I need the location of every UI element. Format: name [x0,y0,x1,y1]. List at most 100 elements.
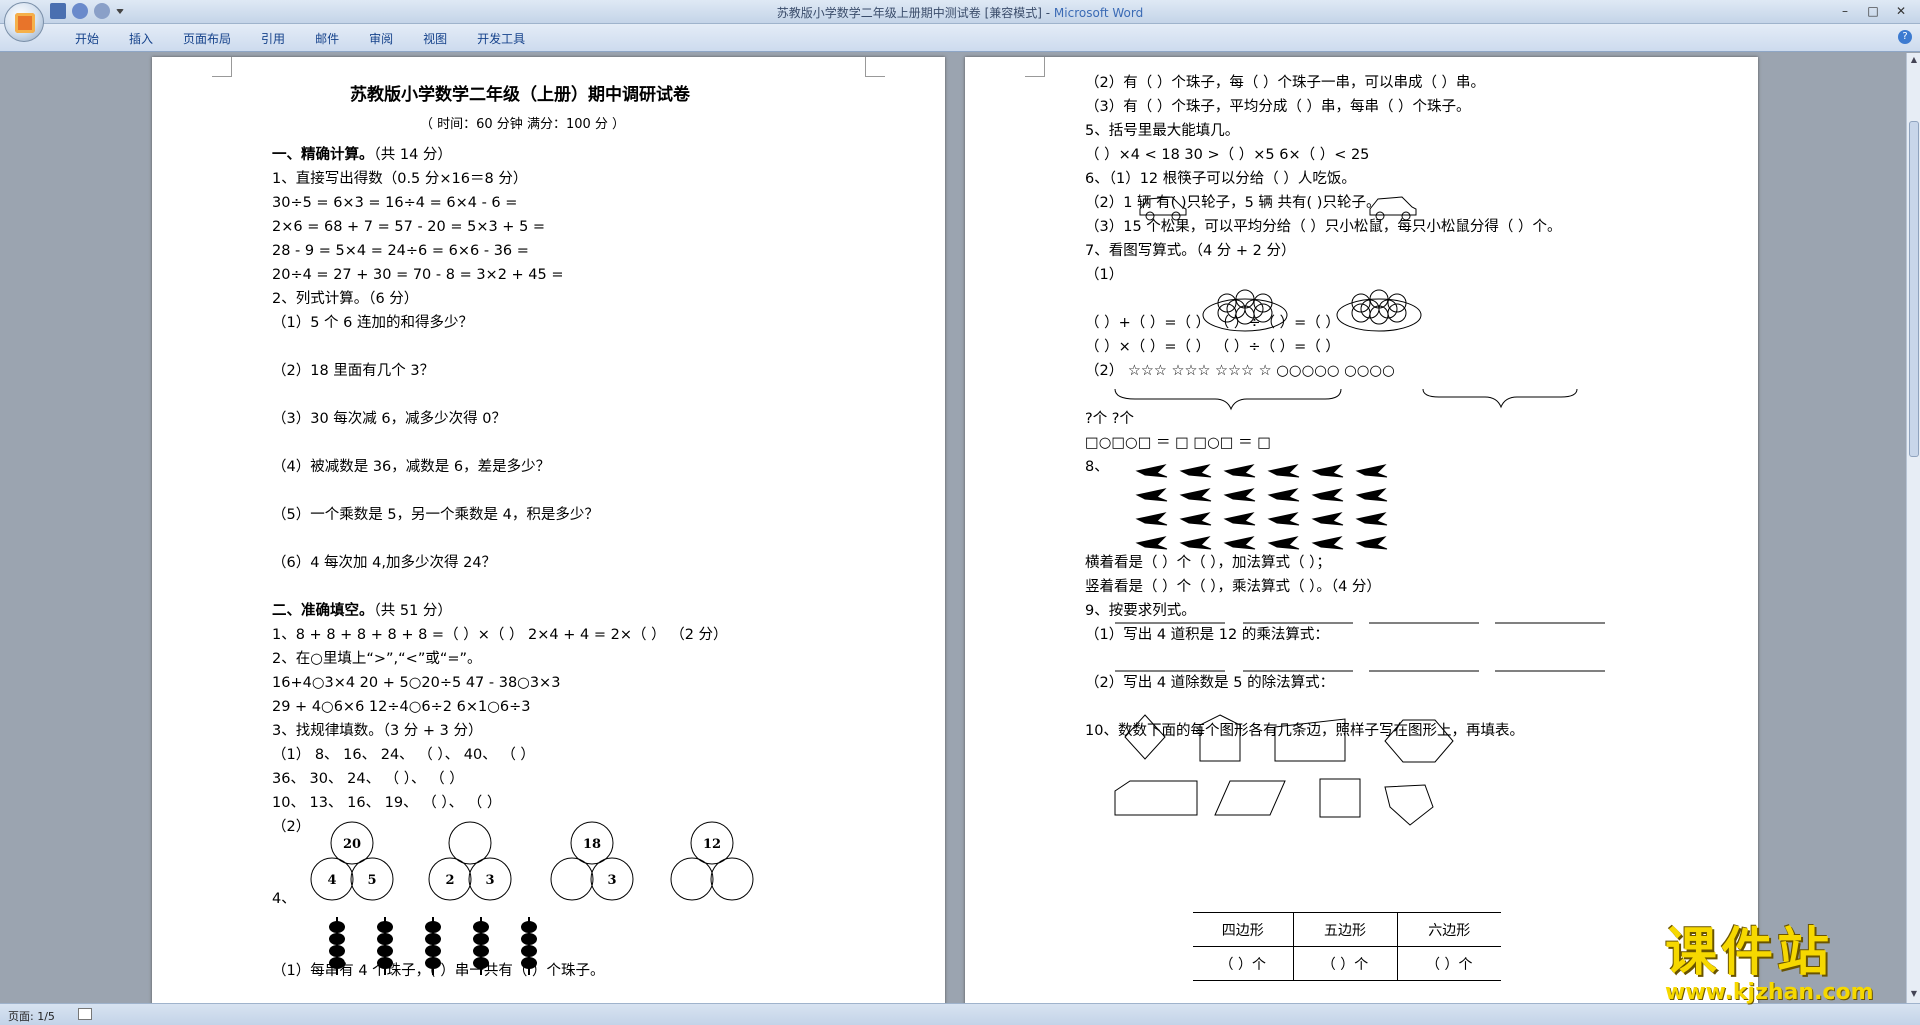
wheel-icon [1375,211,1385,221]
ribbon-tabs: 开始 插入 页面布局 引用 邮件 审阅 视图 开发工具 [60,30,540,47]
ribbon-tab[interactable]: 开始 [60,30,114,47]
watermark-logo: 课件站 www.kjzhan.com [1665,925,1905,1007]
bird-icon [1355,512,1388,526]
bird-icon [1135,464,1168,478]
ribbon-tab[interactable]: 视图 [408,30,462,47]
hexagon-shape [1384,719,1454,763]
bird-icon [1311,464,1344,478]
bead [329,921,345,933]
bead-strings-illustration [329,917,537,975]
ribbon: 开始 插入 页面布局 引用 邮件 审阅 视图 开发工具 ? [0,24,1920,52]
bead [377,945,393,957]
bead [377,921,393,933]
page-counter[interactable]: 页面: 1/5 [8,1008,55,1024]
bird-icon [1267,512,1300,526]
bird-icon [1223,488,1256,502]
minimize-button[interactable]: – [1832,2,1858,20]
bead [425,921,441,933]
ribbon-tab[interactable]: 引用 [246,30,300,47]
bird-icon [1311,512,1344,526]
bird-icon [1135,488,1168,502]
help-icon[interactable]: ? [1898,30,1912,44]
document-title: 苏教版小学数学二年级上册期中测试卷 [兼容模式] - [776,6,1054,20]
wheel-icon [1145,211,1155,221]
bead [473,957,489,969]
wheel-icon [1401,211,1411,221]
header-hexagon: 六边形 [1397,912,1501,947]
document-area[interactable]: 苏教版小学数学二年级（上册）期中调研试卷 （ 时间：60 分钟 满分：100 分… [0,53,1906,1003]
bead [425,945,441,957]
ribbon-tab[interactable]: 插入 [114,30,168,47]
bird-icon [1311,536,1344,550]
bird-icon [1355,464,1388,478]
bird-icon [1267,536,1300,550]
page-1[interactable]: 苏教版小学数学二年级（上册）期中调研试卷 （ 时间：60 分钟 满分：100 分… [152,57,945,1003]
table-cell[interactable]: （ ）个 [1193,946,1294,981]
bird-icon [1135,512,1168,526]
plate-icon [1336,298,1422,332]
car-icon [1369,196,1417,216]
square-shape [1319,778,1361,818]
parallelogram-shape [1214,780,1286,816]
table-header-row: 四边形 五边形 六边形 [1193,912,1501,947]
car-icon [1139,196,1187,216]
bird-icon [1135,536,1168,550]
scroll-up-icon[interactable]: ▲ [1909,55,1919,67]
shape-count-table: 四边形 五边形 六边形 （ ）个 （ ）个 （ ）个 [1193,912,1501,981]
maximize-button[interactable]: □ [1860,2,1886,20]
bead [329,945,345,957]
bead [425,933,441,945]
bird-icon [1267,464,1300,478]
pentagon-shape [1199,714,1241,762]
plate-icon [1202,298,1288,332]
watermark-main-text: 课件站 [1665,923,1834,983]
scroll-down-icon[interactable]: ▼ [1909,989,1919,1001]
bead [377,957,393,969]
ribbon-tab[interactable]: 页面布局 [168,30,246,47]
bead [473,921,489,933]
vertical-scrollbar[interactable]: ▲ ▼ [1906,53,1920,1003]
bead [473,945,489,957]
wheel-icon [1171,211,1181,221]
proofing-icon[interactable] [78,1008,92,1020]
bead [521,945,537,957]
trapezoid-shape [1274,718,1346,762]
header-quadrilateral: 四边形 [1193,912,1294,947]
bead [521,957,537,969]
watermark-url: www.kjzhan.com [1665,980,1874,1005]
table-row: （ ）个 （ ）个 （ ）个 [1193,946,1501,981]
bird-icon [1223,464,1256,478]
bead [329,957,345,969]
pentagon-shape-2 [1114,780,1198,816]
pentagon-shape-3 [1384,784,1434,826]
office-button[interactable] [4,2,44,42]
table-cell[interactable]: （ ）个 [1293,946,1398,981]
table-cell[interactable]: （ ）个 [1397,946,1501,981]
bead [521,921,537,933]
bird-icon [1267,488,1300,502]
app-name: Microsoft Word [1053,6,1144,20]
bird-icon [1311,488,1344,502]
close-button[interactable]: ✕ [1888,2,1914,20]
bead [329,933,345,945]
brace-icon [1114,388,1342,411]
bird-icon [1179,512,1212,526]
page-2[interactable]: （2）有（ ）个珠子，每（ ）个珠子一串，可以串成（ ）串。 （3）有（ ）个珠子… [965,57,1758,1003]
scroll-thumb[interactable] [1909,121,1919,457]
window-title: 苏教版小学数学二年级上册期中测试卷 [兼容模式] - Microsoft Wor… [0,4,1920,21]
window-controls: – □ ✕ [1832,2,1914,20]
bead [521,933,537,945]
ribbon-tab[interactable]: 审阅 [354,30,408,47]
title-bar: 苏教版小学数学二年级上册期中测试卷 [兼容模式] - Microsoft Wor… [0,0,1920,24]
bird-icon [1179,536,1212,550]
ribbon-tab[interactable]: 邮件 [300,30,354,47]
bird-icon [1223,512,1256,526]
brace-icon [1422,388,1578,409]
bead [377,933,393,945]
bird-icon [1355,536,1388,550]
ribbon-tab[interactable]: 开发工具 [462,30,540,47]
right-page-figures [1114,196,1605,826]
header-pentagon: 五边形 [1293,912,1398,947]
bird-icon [1355,488,1388,502]
bird-icon [1179,488,1212,502]
